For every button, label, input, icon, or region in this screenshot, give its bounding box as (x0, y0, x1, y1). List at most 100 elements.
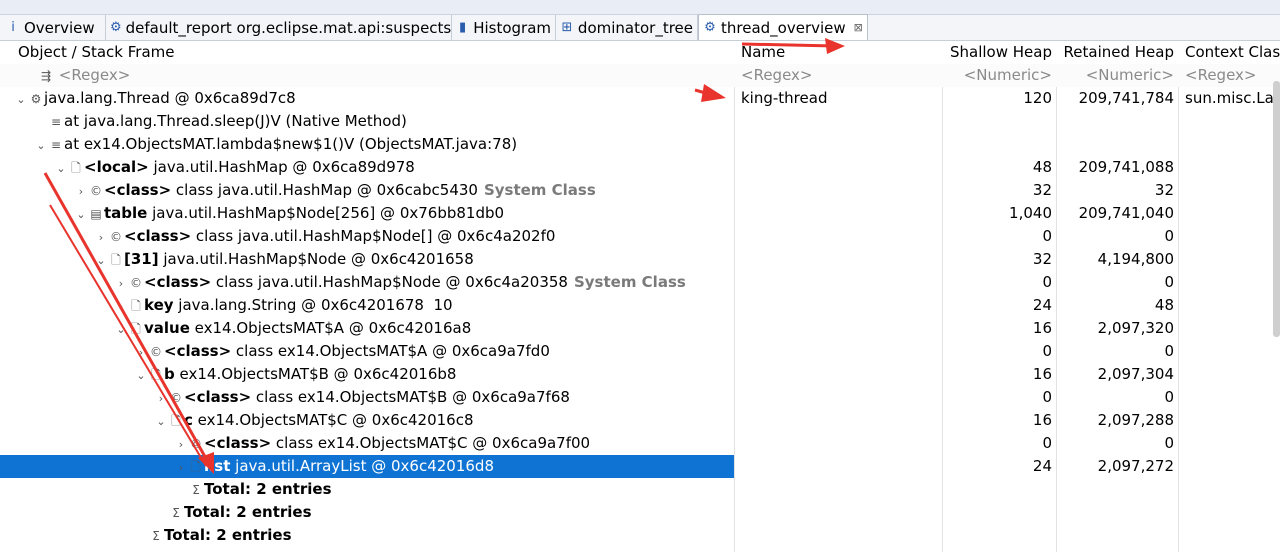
object-cell[interactable]: ⌄ 🗋 b ex14.ObjectsMAT$B @ 0x6c42016b8 (0, 363, 734, 386)
retained-heap-cell: 2,097,272 (1097, 457, 1174, 475)
object-cell[interactable]: › © <class> class java.util.HashMap$Node[]… (0, 225, 734, 248)
shallow-heap-cell: 0 (1042, 388, 1052, 406)
field-name: list (204, 457, 231, 475)
table-row[interactable]: ⌄ 🗋 c ex14.ObjectsMAT$C @ 0x6c42016c8 16 2,0… (0, 409, 1280, 432)
name-cell (737, 248, 942, 271)
table-row[interactable]: ≡ at java.lang.Thread.sleep(J)V (Native M… (0, 110, 1280, 133)
chevron-down-icon[interactable]: ⌄ (34, 134, 48, 156)
field-name: key (144, 296, 174, 314)
object-cell[interactable]: Σ Total: 2 entries (0, 524, 734, 547)
object-cell[interactable]: ⌄ 🗋 [31] java.util.HashMap$Node @ 0x6c4201… (0, 248, 734, 271)
sum-icon: Σ (172, 506, 180, 520)
context-class-cell (1181, 317, 1280, 340)
retained-heap-cell: 209,741,040 (1078, 204, 1174, 222)
table-row[interactable]: Σ Total: 2 entries (0, 524, 1280, 547)
name-cell (737, 317, 942, 340)
table-row[interactable]: Σ Total: 2 entries (0, 501, 1280, 524)
chevron-down-icon[interactable]: ⌄ (14, 88, 28, 110)
chevron-right-icon[interactable]: › (174, 433, 188, 455)
tab-dominator-tree[interactable]: ⊞ dominator_tree (556, 15, 698, 40)
chevron-down-icon[interactable]: ⌄ (54, 157, 68, 179)
chevron-right-icon[interactable]: › (94, 226, 108, 248)
name-cell: king-thread (741, 89, 828, 107)
table-row[interactable]: › © <class> class java.util.HashMap @ 0x6c… (0, 179, 1280, 202)
table-row[interactable]: › © <class> class ex14.ObjectsMAT$C @ 0x6c… (0, 432, 1280, 455)
table-row[interactable]: › © <class> class java.util.HashMap$Node[]… (0, 225, 1280, 248)
field-name: Total: 2 entries (184, 503, 312, 521)
tab-label: Overview (24, 18, 95, 37)
table-row[interactable]: Σ Total: 2 entries (0, 478, 1280, 501)
field-name: value (144, 319, 190, 337)
column-header-retained-heap[interactable]: Retained Heap (1056, 41, 1178, 64)
column-header-context-class[interactable]: Context Clas (1181, 41, 1280, 64)
table-row[interactable]: ⌄ 🗋 <local> java.util.HashMap @ 0x6ca89d97… (0, 156, 1280, 179)
filter-context[interactable]: <Regex> (1181, 64, 1280, 87)
table-row[interactable]: ⌄ 🗋 b ex14.ObjectsMAT$B @ 0x6c42016b8 16 2,0… (0, 363, 1280, 386)
stack-frame-icon: ≡ (50, 138, 62, 152)
object-cell[interactable]: ⌄ ▤ table java.util.HashMap$Node[256] @ 0x… (0, 202, 734, 225)
object-cell[interactable]: Σ Total: 2 entries (0, 501, 734, 524)
object-label: java.util.ArrayList @ 0x6c42016d8 (230, 457, 494, 475)
chevron-down-icon[interactable]: ⌄ (154, 410, 168, 432)
filter-retained[interactable]: <Numeric> (1056, 64, 1178, 87)
chevron-right-icon[interactable]: › (154, 387, 168, 409)
filter-shallow[interactable]: <Numeric> (942, 64, 1056, 87)
object-cell[interactable]: › 🗋 key java.lang.String @ 0x6c4201678 10 (0, 294, 734, 317)
object-cell[interactable]: › 🗋 list java.util.ArrayList @ 0x6c42016d8 (0, 455, 734, 478)
object-cell[interactable]: ⌄ 🗋 <local> java.util.HashMap @ 0x6ca89d97… (0, 156, 734, 179)
object-cell[interactable]: Σ Total: 2 entries (0, 478, 734, 501)
tab-thread-overview[interactable]: ⚙ thread_overview ⊠ (698, 14, 868, 40)
filter-object[interactable]: ⇶ <Regex> (34, 64, 734, 87)
tab-overview[interactable]: i Overview (2, 15, 106, 40)
table-row[interactable]: › © <class> class java.util.HashMap$Node @… (0, 271, 1280, 294)
tab-histogram[interactable]: ▮ Histogram (452, 15, 556, 40)
table-row[interactable]: › © <class> class ex14.ObjectsMAT$B @ 0x6c… (0, 386, 1280, 409)
name-cell (737, 432, 942, 455)
chevron-down-icon[interactable]: ⌄ (94, 249, 108, 271)
column-header-object[interactable]: Object / Stack Frame (14, 41, 734, 64)
shallow-heap-cell: 48 (1032, 158, 1052, 176)
table-row[interactable]: ⌄ 🗋 value ex14.ObjectsMAT$A @ 0x6c42016a8 1… (0, 317, 1280, 340)
table-row[interactable]: ⌄ ≡ at ex14.ObjectsMAT.lambda$new$1()V (Ob… (0, 133, 1280, 156)
vertical-scrollbar[interactable] (1273, 81, 1280, 337)
object-cell[interactable]: › © <class> class ex14.ObjectsMAT$B @ 0x6c… (0, 386, 734, 409)
table-row[interactable]: › © <class> class ex14.ObjectsMAT$A @ 0x6c… (0, 340, 1280, 363)
retained-heap-cell: 2,097,304 (1097, 365, 1174, 383)
chevron-right-icon[interactable]: › (114, 272, 128, 294)
object-label: java.lang.Thread @ 0x6ca89d7c8 (44, 89, 296, 107)
object-cell[interactable]: › © <class> class java.util.HashMap$Node @… (0, 271, 734, 294)
name-cell (737, 340, 942, 363)
filter-name[interactable]: <Regex> (737, 64, 942, 87)
chevron-right-icon[interactable]: › (134, 341, 148, 363)
retained-heap-cell: 209,741,088 (1078, 158, 1174, 176)
column-header-name[interactable]: Name (737, 41, 942, 64)
object-icon: 🗋 (131, 299, 141, 313)
shallow-heap-cell: 32 (1032, 181, 1052, 199)
object-cell[interactable]: ⌄ 🗋 value ex14.ObjectsMAT$A @ 0x6c42016a8 (0, 317, 734, 340)
object-cell[interactable]: ⌄ ≡ at ex14.ObjectsMAT.lambda$new$1()V (Ob… (0, 133, 734, 156)
chevron-right-icon[interactable]: › (74, 180, 88, 202)
column-header-shallow-heap[interactable]: Shallow Heap (942, 41, 1056, 64)
table-row[interactable]: › 🗋 list java.util.ArrayList @ 0x6c42016d8… (0, 455, 1280, 478)
table-row[interactable]: ⌄ 🗋 [31] java.util.HashMap$Node @ 0x6c4201… (0, 248, 1280, 271)
chevron-down-icon[interactable]: ⌄ (74, 203, 88, 225)
table-row[interactable]: ⌄ ⚙ java.lang.Thread @ 0x6ca89d7c8 king-thr… (0, 87, 1280, 110)
object-cell[interactable]: ⌄ 🗋 c ex14.ObjectsMAT$C @ 0x6c42016c8 (0, 409, 734, 432)
object-cell[interactable]: ⌄ ⚙ java.lang.Thread @ 0x6ca89d7c8 (0, 87, 734, 110)
close-icon[interactable]: ⊠ (854, 21, 863, 34)
chevron-down-icon[interactable]: ⌄ (114, 318, 128, 340)
object-cell[interactable]: › © <class> class java.util.HashMap @ 0x6c… (0, 179, 734, 202)
tab-default-report[interactable]: ⚙ default_report org.eclipse.mat.api:sus… (106, 15, 452, 40)
object-label: ex14.ObjectsMAT$A @ 0x6c42016a8 (189, 319, 472, 337)
retained-heap-cell: 0 (1164, 227, 1174, 245)
object-cell[interactable]: › © <class> class ex14.ObjectsMAT$C @ 0x6c… (0, 432, 734, 455)
object-cell[interactable]: › © <class> class ex14.ObjectsMAT$A @ 0x6c… (0, 340, 734, 363)
chevron-right-icon[interactable]: › (114, 295, 128, 317)
table-row[interactable]: ⌄ ▤ table java.util.HashMap$Node[256] @ 0x… (0, 202, 1280, 225)
object-cell[interactable]: ≡ at java.lang.Thread.sleep(J)V (Native M… (0, 110, 734, 133)
object-label: class ex14.ObjectsMAT$B @ 0x6ca9a7f68 (251, 388, 570, 406)
chevron-right-icon[interactable]: › (174, 456, 188, 478)
chevron-down-icon[interactable]: ⌄ (134, 364, 148, 386)
field-name: <class> (124, 227, 192, 245)
table-row[interactable]: › 🗋 key java.lang.String @ 0x6c4201678 10 2… (0, 294, 1280, 317)
